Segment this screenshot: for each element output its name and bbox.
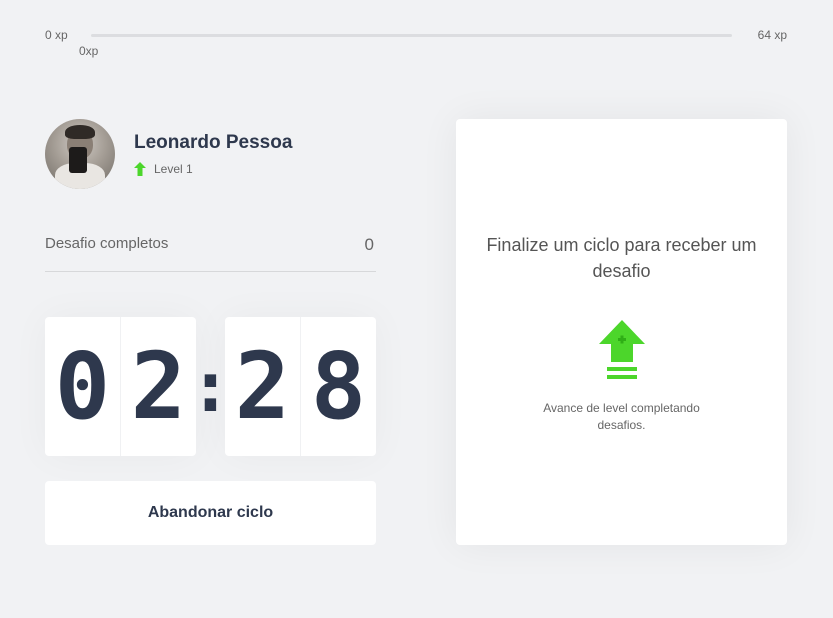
countdown-minutes: 0 2 — [45, 317, 196, 456]
xp-max-label: 64 xp — [757, 28, 787, 42]
seconds-tens-digit: 2 — [225, 317, 301, 456]
countdown: 0 2 : 2 8 — [45, 317, 376, 456]
profile-name: Leonardo Pessoa — [134, 132, 293, 153]
profile: Leonardo Pessoa Level 1 — [45, 119, 292, 189]
minutes-tens-digit: 0 — [45, 317, 121, 456]
level-up-arrow-icon — [134, 162, 146, 176]
xp-track — [91, 34, 732, 37]
completed-challenges-label: Desafio completos — [45, 235, 169, 252]
seconds-ones-digit: 8 — [310, 333, 367, 440]
challenge-box: Finalize um ciclo para receber um desafi… — [456, 119, 787, 545]
completed-challenges: Desafio completos 0 — [45, 235, 376, 272]
challenge-box-description: Avance de level completando desafios. — [543, 401, 700, 432]
avatar — [45, 119, 115, 189]
profile-info: Leonardo Pessoa Level 1 — [134, 132, 292, 176]
countdown-seconds: 2 8 — [225, 317, 376, 456]
xp-current-label: 0xp — [79, 44, 99, 58]
challenge-box-title: Finalize um ciclo para receber um desafi… — [486, 235, 757, 281]
level-row: Level 1 — [134, 162, 292, 176]
completed-challenges-count: 0 — [364, 235, 374, 254]
level-up-large-icon — [598, 320, 645, 379]
countdown-separator: : — [189, 345, 232, 428]
experience-bar: 0 xp 0xp 64 xp — [45, 28, 787, 58]
xp-min-label: 0 xp — [45, 28, 68, 42]
minutes-ones-digit: 2 — [130, 333, 187, 440]
level-label: Level 1 — [154, 162, 193, 176]
abandon-cycle-button[interactable]: Abandonar ciclo — [45, 481, 376, 545]
